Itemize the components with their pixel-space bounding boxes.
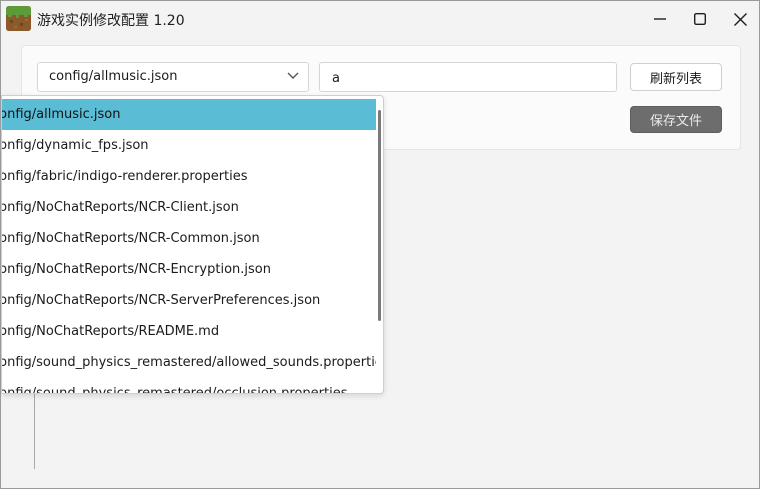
dropdown-item[interactable]: config/sound_physics_remastered/occlusio… — [2, 378, 376, 393]
title-bar: 游戏实例修改配置 1.20 — [1, 1, 759, 37]
filter-input-value: a — [332, 71, 340, 86]
close-icon — [733, 12, 747, 26]
refresh-list-button[interactable]: 刷新列表 — [630, 63, 722, 91]
minimize-button[interactable] — [640, 1, 680, 37]
dropdown-item[interactable]: config/NoChatReports/NCR-Client.json — [2, 192, 376, 223]
editor-left-border — [34, 393, 35, 469]
dropdown-item[interactable]: config/NoChatReports/NCR-Encryption.json — [2, 254, 376, 285]
config-file-select-value: config/allmusic.json — [49, 69, 178, 84]
filter-input[interactable]: a — [319, 62, 617, 92]
config-file-select[interactable]: config/allmusic.json — [37, 62, 309, 92]
config-file-dropdown-list[interactable]: config/allmusic.json config/dynamic_fps.… — [1, 95, 384, 394]
window-title: 游戏实例修改配置 1.20 — [37, 13, 185, 29]
dropdown-item[interactable]: config/NoChatReports/NCR-Common.json — [2, 223, 376, 254]
dropdown-items: config/allmusic.json config/dynamic_fps.… — [2, 99, 376, 393]
dropdown-item[interactable]: config/NoChatReports/NCR-ServerPreferenc… — [2, 285, 376, 316]
close-button[interactable] — [720, 1, 759, 37]
app-window: 游戏实例修改配置 1.20 config/allmusic.json a 刷新列… — [0, 0, 760, 489]
dropdown-scrollbar[interactable] — [378, 110, 381, 321]
maximize-icon — [694, 13, 706, 25]
maximize-button[interactable] — [680, 1, 720, 37]
chevron-down-icon — [287, 72, 299, 79]
dropdown-item[interactable]: config/dynamic_fps.json — [2, 130, 376, 161]
minecraft-grass-block-icon — [6, 6, 31, 31]
minimize-icon — [654, 18, 666, 20]
dropdown-item[interactable]: config/sound_physics_remastered/allowed_… — [2, 347, 376, 378]
save-file-button[interactable]: 保存文件 — [630, 106, 722, 133]
dropdown-item[interactable]: config/NoChatReports/README.md — [2, 316, 376, 347]
dropdown-item[interactable]: config/fabric/indigo-renderer.properties — [2, 161, 376, 192]
dropdown-item[interactable]: config/allmusic.json — [2, 99, 376, 130]
